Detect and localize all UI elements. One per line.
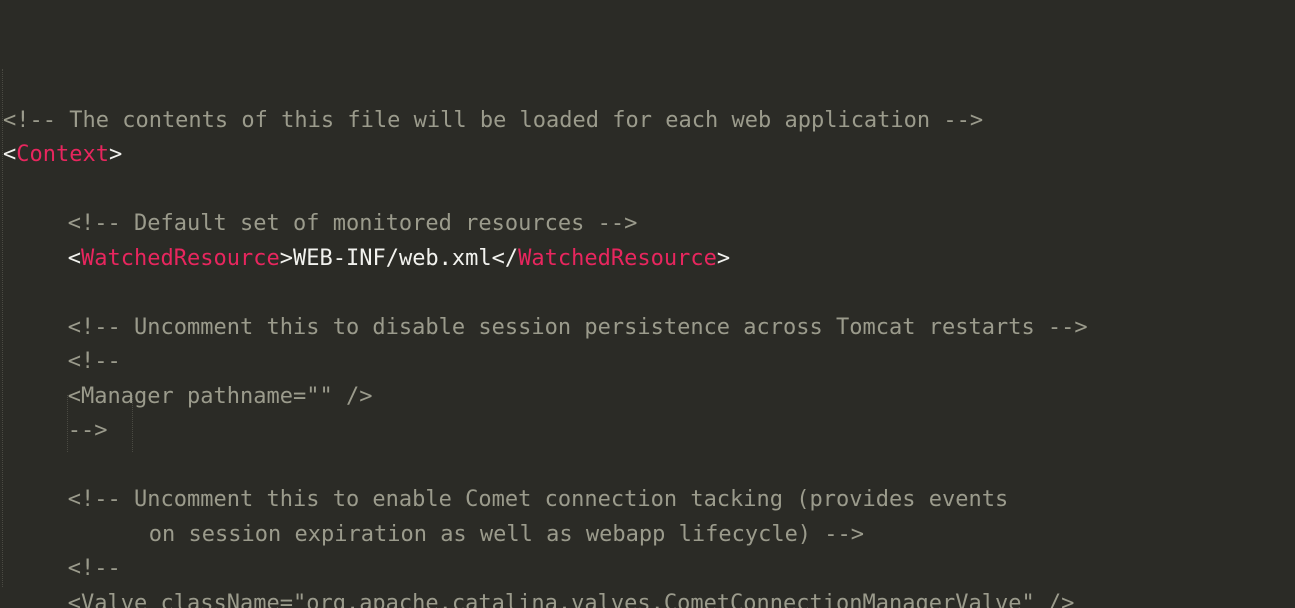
code-token-tag: WatchedResource	[518, 245, 717, 271]
code-token-punct: </	[491, 245, 519, 271]
code-token-cmt: <Manager pathname="" />	[67, 383, 373, 409]
code-token-cmt: <Valve className="org.apache.catalina.va…	[67, 590, 1075, 608]
code-line[interactable]: <!-- Uncomment this to enable Comet conn…	[0, 483, 1295, 518]
code-token-punct: >	[279, 245, 293, 271]
code-line[interactable]	[0, 173, 1295, 208]
code-line[interactable]	[0, 449, 1295, 484]
code-content[interactable]: <!-- The contents of this file will be l…	[0, 104, 1295, 608]
code-line[interactable]: <!--	[0, 552, 1295, 587]
code-line[interactable]: on session expiration as well as webapp …	[0, 518, 1295, 553]
code-line[interactable]: <!--	[0, 345, 1295, 380]
code-line[interactable]: -->	[0, 414, 1295, 449]
code-token-tag: Context	[16, 142, 109, 167]
code-line[interactable]: <!-- The contents of this file will be l…	[0, 104, 1295, 139]
code-line[interactable]: <Valve className="org.apache.catalina.va…	[0, 587, 1295, 608]
code-editor-viewport[interactable]: <!-- The contents of this file will be l…	[0, 0, 1295, 608]
code-line[interactable]: <Context>	[0, 138, 1295, 173]
code-line[interactable]: <!-- Uncomment this to disable session p…	[0, 311, 1295, 346]
code-line[interactable]	[0, 276, 1295, 311]
code-line[interactable]: <WatchedResource>WEB-INF/web.xml</Watche…	[0, 242, 1295, 277]
code-token-punct: >	[108, 142, 123, 167]
code-token-tag: WatchedResource	[81, 245, 280, 271]
code-token-punct: >	[716, 245, 731, 271]
code-token-cmt: -->	[67, 418, 108, 443]
code-line[interactable]: <!-- Default set of monitored resources …	[0, 207, 1295, 242]
code-token-punct: <	[3, 142, 17, 167]
code-token-cmt: <!-- Default set of monitored resources …	[67, 211, 638, 236]
code-line[interactable]: <Manager pathname="" />	[0, 380, 1295, 415]
code-token-txt: WEB-INF/web.xml	[292, 245, 492, 271]
code-token-cmt: <!-- Uncomment this to disable session p…	[67, 314, 1088, 340]
code-token-cmt: <!--	[67, 556, 121, 581]
code-token-cmt: on session expiration as well as webapp …	[148, 521, 865, 547]
code-token-cmt: <!-- Uncomment this to enable Comet conn…	[67, 487, 1009, 512]
code-token-punct: <	[67, 245, 82, 271]
code-token-cmt: <!--	[67, 349, 121, 374]
code-token-cmt: <!-- The contents of this file will be l…	[3, 107, 984, 133]
